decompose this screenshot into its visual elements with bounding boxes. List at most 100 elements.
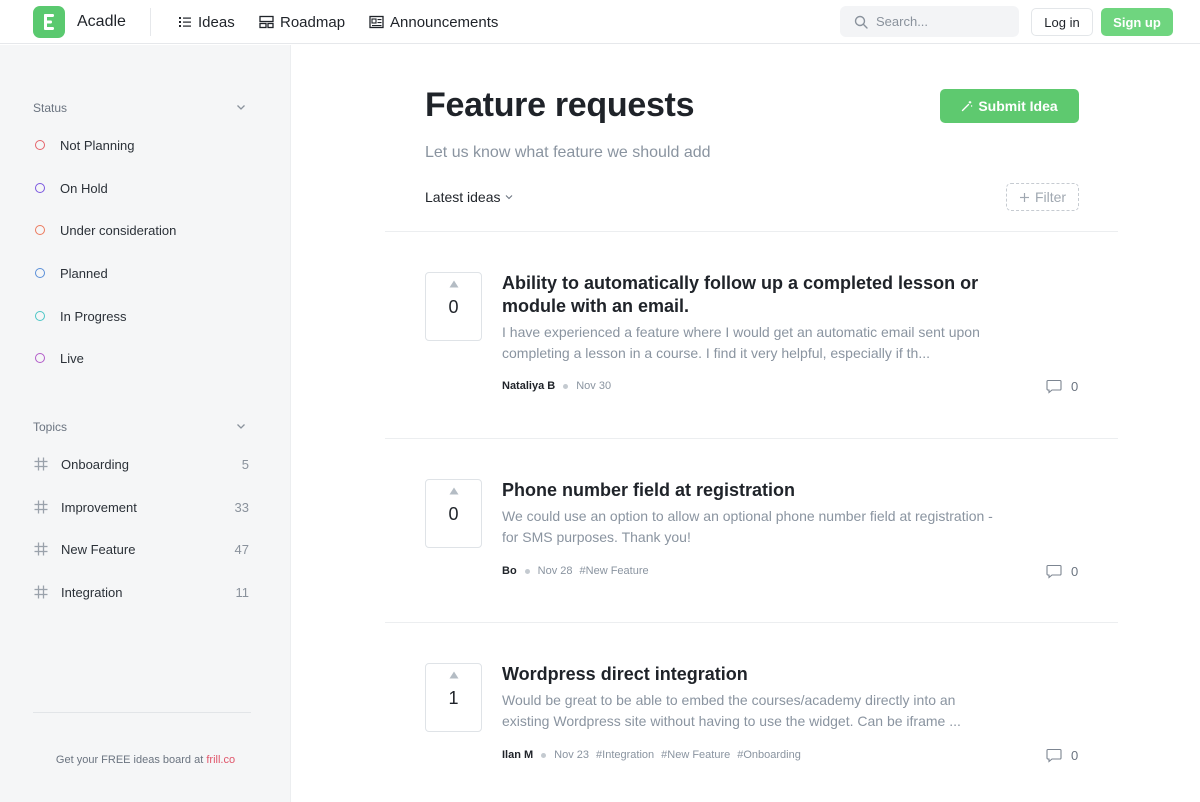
topic-label: New Feature	[61, 541, 136, 557]
nav-ideas[interactable]: Ideas	[178, 12, 235, 32]
nav-roadmap-label: Roadmap	[280, 13, 346, 31]
nav-roadmap[interactable]: Roadmap	[259, 12, 345, 32]
comment-icon	[1046, 564, 1062, 579]
upvote-button[interactable]: 0	[425, 479, 482, 548]
idea-author: Nataliya B	[502, 380, 556, 392]
idea-date: Nov 23	[554, 749, 590, 761]
idea-tag[interactable]: #Onboarding	[737, 749, 801, 761]
status-label: Live	[60, 350, 84, 366]
topic-filter-new-feature[interactable]: New Feature 47	[33, 539, 251, 559]
comments-link[interactable]: 0	[1046, 378, 1078, 394]
idea-meta: Bo Nov 28 #New Feature	[502, 563, 649, 579]
status-filter-in-progress[interactable]: In Progress	[35, 306, 126, 326]
signup-button[interactable]: Sign up	[1101, 8, 1173, 36]
meta-separator	[563, 383, 569, 389]
idea-description: Would be great to be able to embed the c…	[502, 692, 961, 729]
filter-button[interactable]: Filter	[1006, 183, 1079, 211]
idea-description: We could use an option to allow an optio…	[502, 508, 993, 545]
topics-section-toggle[interactable]: Topics	[33, 420, 251, 434]
login-button[interactable]: Log in	[1031, 8, 1093, 36]
topic-label: Improvement	[61, 499, 137, 515]
status-filter-live[interactable]: Live	[35, 348, 84, 368]
idea-author: Bo	[502, 565, 517, 577]
top-bar: Acadle Ideas Roadmap Announcements Searc…	[0, 0, 1200, 44]
upvote-button[interactable]: 0	[425, 272, 482, 341]
topic-filter-integration[interactable]: Integration 11	[33, 582, 251, 602]
idea-tag[interactable]: #Integration	[596, 749, 654, 761]
search-icon	[854, 15, 868, 29]
upvote-button[interactable]: 1	[425, 663, 482, 732]
chevron-down-icon	[505, 195, 512, 200]
topic-label: Integration	[61, 584, 123, 600]
topic-count: 5	[241, 456, 249, 472]
idea-title[interactable]: Phone number field at registration	[502, 479, 1002, 502]
hash-icon	[34, 457, 48, 471]
list-divider	[385, 622, 1118, 623]
status-label: Not Planning	[60, 137, 135, 153]
status-heading: Status	[33, 101, 68, 115]
topic-count: 47	[234, 541, 249, 557]
comment-count: 0	[1071, 563, 1079, 579]
idea-meta: Nataliya B Nov 30	[502, 378, 611, 394]
topic-filter-improvement[interactable]: Improvement 33	[33, 497, 251, 517]
upvote-arrow-icon	[449, 671, 459, 679]
idea-tag[interactable]: #New Feature	[661, 749, 730, 761]
brand-name[interactable]: Acadle	[77, 13, 126, 31]
idea-date: Nov 28	[537, 565, 573, 577]
status-dot-icon	[35, 353, 45, 363]
topic-count: 33	[234, 499, 249, 515]
status-dot-icon	[35, 140, 45, 150]
status-filter-not-planning[interactable]: Not Planning	[35, 135, 134, 155]
comments-link[interactable]: 0	[1046, 563, 1078, 579]
nav-announcements-label: Announcements	[390, 13, 499, 31]
idea-tag[interactable]: #New Feature	[580, 565, 649, 577]
comment-icon	[1046, 379, 1062, 394]
status-filter-on-hold[interactable]: On Hold	[35, 178, 108, 198]
idea-title[interactable]: Ability to automatically follow up a com…	[502, 272, 1002, 318]
search-box[interactable]	[840, 6, 1019, 37]
hash-icon	[34, 585, 48, 599]
sidebar-divider	[33, 712, 251, 713]
frill-link[interactable]: frill.co	[206, 754, 235, 766]
search-input[interactable]	[876, 14, 1006, 29]
comment-count: 0	[1071, 378, 1079, 394]
chevron-down-icon	[237, 424, 245, 429]
roadmap-icon	[259, 15, 274, 29]
idea-title[interactable]: Wordpress direct integration	[502, 663, 1002, 686]
sort-dropdown[interactable]: Latest ideas	[425, 189, 514, 205]
filter-label: Filter	[1034, 189, 1067, 205]
status-dot-icon	[35, 183, 45, 193]
magic-wand-icon	[962, 101, 973, 112]
list-divider	[385, 438, 1118, 439]
hash-icon	[34, 542, 48, 556]
status-dot-icon	[35, 268, 45, 278]
news-icon	[369, 15, 384, 29]
list-icon	[179, 17, 191, 27]
topic-count: 11	[235, 584, 250, 600]
topic-label: Onboarding	[61, 456, 129, 472]
header-divider	[150, 8, 151, 36]
status-label: In Progress	[60, 308, 127, 324]
topic-filter-onboarding[interactable]: Onboarding 5	[33, 454, 251, 474]
status-filter-planned[interactable]: Planned	[35, 263, 108, 283]
upvote-arrow-icon	[449, 487, 459, 495]
idea-description: I have experienced a feature where I wou…	[502, 324, 980, 361]
status-dot-icon	[35, 311, 45, 321]
comments-link[interactable]: 0	[1046, 747, 1078, 763]
submit-idea-button[interactable]: Submit Idea	[940, 89, 1079, 123]
meta-separator	[541, 752, 547, 758]
idea-date: Nov 30	[576, 380, 612, 392]
nav-ideas-label: Ideas	[198, 13, 235, 31]
idea-author: Ilan M	[502, 749, 534, 761]
vote-count: 0	[448, 504, 459, 524]
acadle-logo[interactable]	[33, 6, 65, 38]
plus-icon	[1019, 192, 1029, 202]
status-section-toggle[interactable]: Status	[33, 101, 251, 115]
status-filter-under-consideration[interactable]: Under consideration	[35, 220, 176, 240]
submit-idea-label: Submit Idea	[978, 98, 1058, 114]
comment-icon	[1046, 748, 1062, 763]
footer-text: Get your FREE ideas board at	[55, 754, 207, 766]
sort-label: Latest ideas	[425, 189, 501, 205]
upvote-arrow-icon	[449, 280, 459, 288]
nav-announcements[interactable]: Announcements	[369, 12, 498, 32]
